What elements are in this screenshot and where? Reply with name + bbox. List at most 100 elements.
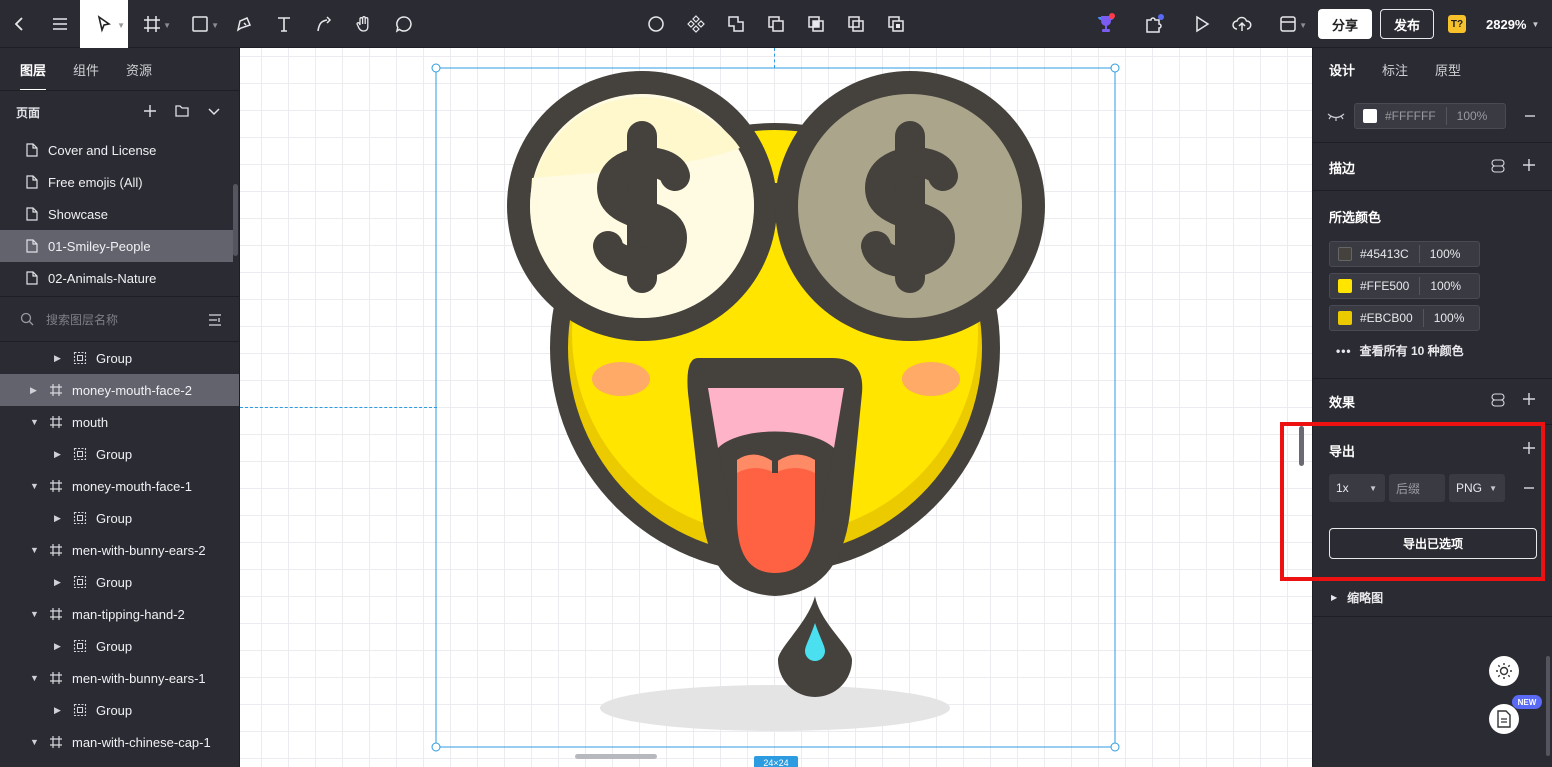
pencil-path-icon[interactable]	[304, 0, 344, 48]
layer-row[interactable]: ▶ Group	[0, 694, 239, 726]
union-icon[interactable]	[716, 0, 756, 48]
collapsed-triangle-icon[interactable]: ▶	[54, 449, 61, 460]
export-scale-select[interactable]: 1x ▼	[1329, 474, 1385, 502]
style-grid-icon[interactable]	[1491, 159, 1505, 173]
component-icon[interactable]	[676, 0, 716, 48]
color-field[interactable]: #EBCB00 100%	[1329, 305, 1480, 331]
color-opacity[interactable]: 100%	[1430, 247, 1461, 261]
view-all-colors-link[interactable]: ••• 查看所有 10 种颜色	[1336, 342, 1464, 359]
design-canvas[interactable]: 24×24	[240, 48, 1312, 767]
remove-export-icon[interactable]	[1522, 481, 1536, 495]
flatten-icon[interactable]	[876, 0, 916, 48]
expanded-triangle-icon[interactable]: ▼	[30, 481, 39, 491]
layer-row[interactable]: ▼ money-mouth-face-1	[0, 470, 239, 502]
tab-design[interactable]: 设计	[1329, 60, 1355, 79]
text-tool-icon[interactable]	[264, 0, 304, 48]
add-export-icon[interactable]	[1522, 441, 1536, 455]
comment-tool-icon[interactable]	[384, 0, 424, 48]
collapsed-triangle-icon[interactable]: ▶	[54, 513, 61, 524]
intersect-icon[interactable]	[796, 0, 836, 48]
collapsed-triangle-icon[interactable]: ▶	[30, 385, 37, 396]
color-hex[interactable]: #FFE500	[1360, 279, 1409, 293]
canvas-scrollbar[interactable]	[575, 754, 657, 759]
layer-row[interactable]: ▶ Group	[0, 502, 239, 534]
color-swatch[interactable]	[1338, 247, 1352, 261]
export-selected-button[interactable]: 导出已选项	[1329, 528, 1537, 559]
back-icon[interactable]	[0, 0, 40, 48]
cloud-upload-icon[interactable]	[1222, 0, 1262, 48]
eye-hidden-icon[interactable]	[1327, 109, 1345, 123]
layer-row[interactable]: ▼ mouth	[0, 406, 239, 438]
expanded-triangle-icon[interactable]: ▼	[30, 673, 39, 683]
layer-row[interactable]: ▼ men-with-bunny-ears-1	[0, 662, 239, 694]
fill-color-field[interactable]: #FFFFFF 100%	[1354, 103, 1506, 129]
page-item[interactable]: Free emojis (All)	[0, 166, 233, 198]
collapse-pages-icon[interactable]	[206, 103, 222, 122]
remove-fill-icon[interactable]	[1523, 109, 1537, 123]
money-mouth-face-artwork[interactable]	[240, 48, 1312, 767]
add-stroke-icon[interactable]	[1522, 158, 1536, 172]
panel-scrollbar[interactable]	[1546, 656, 1550, 756]
layer-search[interactable]: 搜索图层名称	[0, 296, 239, 342]
thumbnail-section[interactable]: ▶ 缩略图	[1331, 589, 1383, 606]
collapsed-triangle-icon[interactable]: ▶	[54, 641, 61, 652]
add-page-icon[interactable]	[142, 103, 158, 122]
tab-prototype[interactable]: 原型	[1435, 60, 1461, 79]
menu-icon[interactable]	[40, 0, 80, 48]
play-icon[interactable]	[1182, 0, 1222, 48]
frame-tool-icon[interactable]: ▼	[130, 0, 174, 48]
tab-annotate[interactable]: 标注	[1382, 60, 1408, 79]
tab-assets[interactable]: 资源	[126, 60, 152, 79]
share-button[interactable]: 分享	[1318, 9, 1372, 39]
tab-components[interactable]: 组件	[73, 60, 99, 79]
layer-row[interactable]: ▼ man-tipping-hand-2	[0, 598, 239, 630]
collapsed-triangle-icon[interactable]: ▶	[54, 353, 61, 364]
panel-scrollbar[interactable]	[1299, 426, 1304, 466]
color-hex[interactable]: #45413C	[1360, 247, 1409, 261]
layer-row[interactable]: ▶ Group	[0, 630, 239, 662]
page-item[interactable]: Cover and License	[0, 134, 233, 166]
expanded-triangle-icon[interactable]: ▼	[30, 545, 39, 555]
layer-row[interactable]: ▶ Group	[0, 342, 239, 374]
layer-row[interactable]: ▼ men-with-bunny-ears-2	[0, 534, 239, 566]
page-item[interactable]: 02-Animals-Nature	[0, 262, 233, 294]
color-swatch[interactable]	[1338, 279, 1352, 293]
ellipse-boolean-icon[interactable]	[636, 0, 676, 48]
trophy-icon[interactable]	[1086, 0, 1126, 48]
page-item[interactable]: Showcase	[0, 198, 233, 230]
move-tool-icon[interactable]: ▼	[80, 0, 128, 48]
pen-tool-icon[interactable]	[224, 0, 264, 48]
hand-tool-icon[interactable]	[344, 0, 384, 48]
layer-row[interactable]: ▼ man-with-chinese-cap-1	[0, 726, 239, 758]
tab-layers[interactable]: 图层	[20, 60, 47, 91]
exclude-icon[interactable]	[836, 0, 876, 48]
fill-opacity[interactable]: 100%	[1457, 109, 1488, 123]
expanded-triangle-icon[interactable]: ▼	[30, 417, 39, 427]
pages-scrollbar[interactable]	[233, 184, 238, 256]
collapsed-triangle-icon[interactable]: ▶	[54, 705, 61, 716]
collapsed-triangle-icon[interactable]: ▶	[54, 577, 61, 588]
fill-swatch[interactable]	[1363, 109, 1377, 123]
export-format-select[interactable]: PNG ▼	[1449, 474, 1505, 502]
notes-button[interactable]	[1489, 704, 1519, 734]
page-item-selected[interactable]: 01-Smiley-People	[0, 230, 233, 262]
layer-row[interactable]: ▶ Group	[0, 566, 239, 598]
theme-toggle-button[interactable]	[1489, 656, 1519, 686]
layout-view-icon[interactable]: ▼	[1266, 0, 1310, 48]
expanded-triangle-icon[interactable]: ▼	[30, 737, 39, 747]
subtract-icon[interactable]	[756, 0, 796, 48]
color-hex[interactable]: #EBCB00	[1360, 311, 1413, 325]
plugin-icon[interactable]	[1134, 0, 1174, 48]
expanded-triangle-icon[interactable]: ▼	[30, 609, 39, 619]
add-effect-icon[interactable]	[1522, 392, 1536, 406]
color-swatch[interactable]	[1338, 311, 1352, 325]
rectangle-tool-icon[interactable]: ▼	[178, 0, 222, 48]
zoom-level[interactable]: 2829% ▼	[1486, 0, 1539, 48]
color-field[interactable]: #45413C 100%	[1329, 241, 1480, 267]
color-field[interactable]: #FFE500 100%	[1329, 273, 1480, 299]
publish-button[interactable]: 发布	[1380, 9, 1434, 39]
export-suffix-input[interactable]: 后缀	[1389, 474, 1445, 502]
color-opacity[interactable]: 100%	[1430, 279, 1461, 293]
layer-row-selected[interactable]: ▶ money-mouth-face-2	[0, 374, 239, 406]
folder-icon[interactable]	[174, 103, 190, 122]
